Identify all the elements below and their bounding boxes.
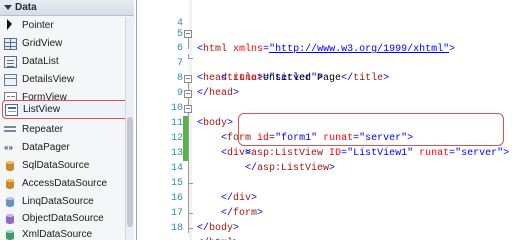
database-icon bbox=[4, 229, 17, 240]
list-icon bbox=[4, 55, 17, 68]
toolbox-item-label: LinqDataSource bbox=[22, 196, 94, 207]
code-line[interactable]: 14 bbox=[137, 146, 512, 174]
code-text: </html> bbox=[197, 236, 239, 240]
toolbox-item-objectdatasource[interactable]: ObjectDataSource bbox=[0, 210, 124, 227]
toolbox-item-label: DataPager bbox=[22, 142, 70, 153]
toolbox-item-listview[interactable]: ListView bbox=[2, 100, 130, 119]
toolbox-panel: Data Pointer GridView DataList DetailsVi… bbox=[0, 0, 134, 240]
collapse-toggle-icon[interactable]: − bbox=[184, 90, 192, 98]
toolbox-item-accessdatasource[interactable]: AccessDataSource bbox=[0, 175, 124, 192]
toolbox-item-label: ListView bbox=[23, 104, 61, 115]
toolbox-item-label: AccessDataSource bbox=[22, 178, 108, 189]
code-editor[interactable]: 4 5 <html xmlns="http://www.w3.org/1999/… bbox=[136, 0, 512, 240]
code-text: </body> bbox=[197, 221, 239, 236]
toolbox-item-label: SqlDataSource bbox=[22, 160, 90, 171]
tag-bracket: </ bbox=[197, 223, 210, 234]
toolbox-scrollbar-thumb[interactable] bbox=[127, 117, 133, 227]
toolbox-item-linqdatasource[interactable]: LinqDataSource bbox=[0, 193, 124, 210]
toolbox-item-detailsview[interactable]: DetailsView bbox=[0, 71, 124, 88]
database-icon bbox=[4, 178, 17, 190]
database-icon bbox=[4, 196, 17, 208]
listview-markup-highlight bbox=[238, 113, 504, 146]
code-line[interactable]: 9 − <body> bbox=[137, 71, 512, 130]
line-number: 18 bbox=[170, 223, 183, 234]
toolbox-item-label: DataList bbox=[22, 56, 59, 67]
outline-end bbox=[188, 224, 193, 229]
code-line[interactable]: 18 </html> bbox=[137, 206, 512, 240]
toolbox-item-datalist[interactable]: DataList bbox=[0, 53, 124, 70]
details-icon bbox=[4, 73, 17, 86]
code-line[interactable]: 10 − <form id="form1" runat="server"> bbox=[137, 86, 512, 145]
grid-icon bbox=[4, 37, 17, 50]
toolbox-scrollbar[interactable] bbox=[125, 17, 134, 240]
database-icon bbox=[4, 213, 17, 225]
listview-icon bbox=[5, 103, 18, 116]
collapse-arrow-icon[interactable] bbox=[3, 3, 12, 12]
toolbox-item-pointer[interactable]: Pointer bbox=[0, 17, 124, 34]
code-line[interactable]: 15 </div> bbox=[137, 161, 512, 204]
tag-bracket: > bbox=[233, 223, 240, 234]
toolbox-item-datapager[interactable]: «» DataPager bbox=[0, 139, 124, 156]
code-line[interactable]: 6 − <head runat="server"> bbox=[137, 26, 512, 85]
collapse-toggle-icon[interactable]: − bbox=[184, 75, 192, 83]
toolbox-item-label: Pointer bbox=[22, 20, 54, 31]
pager-icon: «» bbox=[4, 142, 13, 152]
collapse-toggle-icon[interactable]: − bbox=[184, 30, 192, 38]
toolbox-section-header-data[interactable]: Data bbox=[0, 0, 134, 16]
toolbox-section-title: Data bbox=[15, 2, 37, 13]
collapse-toggle-icon[interactable]: − bbox=[184, 105, 192, 113]
toolbox-item-sqldatasource[interactable]: SqlDataSource bbox=[0, 157, 124, 174]
pointer-icon bbox=[4, 20, 17, 32]
code-line[interactable]: 17 </body> bbox=[137, 191, 512, 234]
toolbox-item-label: Repeater bbox=[22, 124, 64, 135]
toolbox-item-label: XmlDataSource bbox=[22, 229, 93, 240]
toolbox-item-label: ObjectDataSource bbox=[22, 213, 104, 224]
database-icon bbox=[4, 160, 17, 172]
toolbox-item-xmldatasource[interactable]: XmlDataSource bbox=[0, 226, 124, 240]
code-line[interactable]: 8 </head> bbox=[137, 56, 512, 99]
element-name: body bbox=[209, 223, 234, 234]
repeater-icon bbox=[4, 123, 17, 136]
toolbox-item-gridview[interactable]: GridView bbox=[0, 35, 124, 52]
toolbox-item-label: GridView bbox=[22, 38, 63, 49]
code-line[interactable]: 7 <title>Untitled Page</title> bbox=[137, 41, 512, 84]
toolbox-item-label: DetailsView bbox=[22, 74, 75, 85]
toolbox-item-repeater[interactable]: Repeater bbox=[0, 121, 124, 138]
code-line[interactable]: 16 </form> bbox=[137, 176, 512, 219]
code-line[interactable]: 5 <html xmlns="http://www.w3.org/1999/xh… bbox=[137, 12, 512, 55]
